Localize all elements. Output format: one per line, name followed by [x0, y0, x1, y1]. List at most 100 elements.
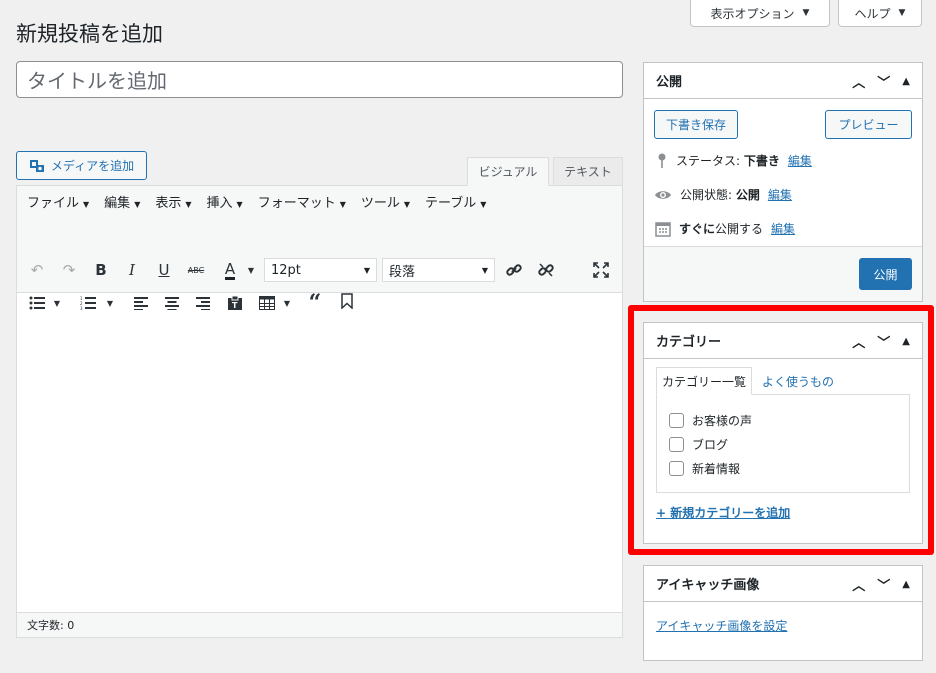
bold-icon[interactable]: B [90, 259, 112, 281]
fullscreen-icon[interactable] [590, 259, 612, 281]
edit-schedule-link[interactable]: 編集 [771, 220, 795, 237]
category-box-header: カテゴリー ︿ ﹀ ▲ [644, 323, 922, 359]
move-up-icon[interactable]: ︿ [852, 575, 865, 594]
calendar-icon [655, 221, 671, 237]
screen-options-label: 表示オプション [710, 6, 795, 21]
save-draft-button[interactable]: 下書き保存 [654, 110, 738, 139]
visibility-row: 公開状態: 公開 編集 [654, 186, 792, 203]
help-button[interactable]: ヘルプ ▼ [838, 0, 922, 27]
status-label: ステータス: [676, 154, 744, 168]
page-title: 新規投稿を追加 [16, 22, 163, 46]
category-box: カテゴリー ︿ ﹀ ▲ カテゴリー一覧 よく使うもの お客様の声 ブログ 新着情… [643, 322, 923, 544]
category-checkbox[interactable] [669, 413, 684, 428]
category-item[interactable]: ブログ [669, 436, 728, 453]
status-row: ステータス: 下書き 編集 [656, 152, 812, 169]
post-title-placeholder: タイトルを追加 [27, 69, 167, 93]
category-checkbox[interactable] [669, 461, 684, 476]
schedule-text: 公開する [715, 222, 764, 236]
numbered-list-caret-icon[interactable]: ▼ [104, 292, 116, 314]
align-right-icon[interactable] [192, 292, 214, 314]
undo-icon[interactable]: ↶ [26, 259, 48, 281]
menu-insert[interactable]: 挿入 ▼ [207, 192, 243, 211]
menu-table[interactable]: テーブル ▼ [425, 192, 486, 211]
blockquote-icon[interactable]: “ [304, 290, 326, 316]
add-new-category-link[interactable]: + 新規カテゴリーを追加 [656, 504, 790, 521]
svg-text:3: 3 [80, 306, 83, 310]
media-icon [29, 159, 44, 172]
menu-view[interactable]: 表示 ▼ [155, 192, 191, 211]
font-size-value: 12pt [271, 262, 301, 278]
move-down-icon[interactable]: ﹀ [877, 575, 890, 594]
edit-status-link[interactable]: 編集 [788, 152, 812, 169]
move-down-icon[interactable]: ﹀ [877, 332, 890, 351]
edit-visibility-link[interactable]: 編集 [768, 186, 792, 203]
featured-image-box: アイキャッチ画像 ︿ ﹀ ▲ アイキャッチ画像を設定 [643, 565, 923, 661]
featured-box-header: アイキャッチ画像 ︿ ﹀ ▲ [644, 566, 922, 602]
underline-icon[interactable]: U [153, 259, 175, 281]
set-featured-image-link[interactable]: アイキャッチ画像を設定 [656, 617, 787, 634]
category-label: 新着情報 [692, 462, 741, 476]
move-down-icon[interactable]: ﹀ [877, 72, 890, 91]
category-label: ブログ [692, 438, 729, 452]
editor-menubar: ファイル ▼ 編集 ▼ 表示 ▼ 挿入 ▼ フォーマット ▼ ツール ▼ テーブル ▼ [17, 186, 622, 217]
screen-options-button[interactable]: 表示オプション ▼ [690, 0, 830, 27]
caret-down-icon: ▼ [363, 265, 370, 275]
move-up-icon[interactable]: ︿ [852, 332, 865, 351]
category-box-title: カテゴリー [656, 335, 722, 350]
read-more-icon[interactable] [336, 290, 358, 312]
menu-tools[interactable]: ツール ▼ [361, 192, 410, 211]
unlink-icon[interactable] [535, 259, 557, 281]
text-color-caret-icon[interactable]: ▼ [245, 259, 257, 281]
publish-actions: 公開 [644, 246, 922, 301]
caret-down-icon: ▼ [481, 265, 488, 275]
category-tabs: カテゴリー一覧 よく使うもの [656, 367, 839, 395]
table-icon[interactable] [256, 292, 278, 314]
schedule-bold: すぐに [679, 222, 716, 236]
format-value: 段落 [389, 264, 416, 280]
pin-icon [658, 153, 666, 168]
align-center-icon[interactable] [161, 292, 183, 314]
align-left-icon[interactable] [130, 292, 152, 314]
menu-format[interactable]: フォーマット ▼ [258, 192, 346, 211]
collapse-icon[interactable]: ▲ [902, 76, 910, 87]
publish-button[interactable]: 公開 [859, 258, 912, 290]
content-editor: ファイル ▼ 編集 ▼ 表示 ▼ 挿入 ▼ フォーマット ▼ ツール ▼ テーブル ▼ ↶ ↷… [16, 185, 623, 638]
tab-popular-categories[interactable]: よく使うもの [752, 367, 839, 395]
category-label: お客様の声 [692, 414, 753, 428]
preview-button[interactable]: プレビュー [825, 110, 912, 139]
bullet-list-caret-icon[interactable]: ▼ [51, 292, 63, 314]
publish-box-header: 公開 ︿ ﹀ ▲ [644, 63, 922, 99]
collapse-icon[interactable]: ▲ [902, 579, 910, 590]
caret-down-icon: ▼ [898, 8, 906, 18]
link-icon[interactable] [503, 259, 525, 281]
tab-text[interactable]: テキスト [553, 157, 623, 186]
category-checkbox[interactable] [669, 437, 684, 452]
format-select[interactable]: 段落 ▼ [382, 258, 495, 282]
status-value: 下書き [743, 154, 780, 168]
paste-text-icon[interactable]: T [224, 292, 246, 314]
post-title-input[interactable]: タイトルを追加 [16, 61, 623, 98]
tab-visual[interactable]: ビジュアル [467, 157, 549, 186]
redo-icon[interactable]: ↷ [58, 259, 80, 281]
caret-down-icon: ▼ [802, 8, 810, 18]
table-caret-icon[interactable]: ▼ [281, 292, 293, 314]
featured-box-title: アイキャッチ画像 [656, 578, 760, 593]
font-size-select[interactable]: 12pt ▼ [264, 258, 377, 282]
menu-file[interactable]: ファイル ▼ [27, 192, 89, 211]
eye-icon [655, 190, 671, 199]
add-media-label: メディアを追加 [50, 159, 135, 173]
strikethrough-icon[interactable]: ABC [185, 259, 207, 281]
add-media-button[interactable]: メディアを追加 [16, 151, 147, 180]
menu-edit[interactable]: 編集 ▼ [104, 192, 140, 211]
bullet-list-icon[interactable] [26, 292, 48, 314]
move-up-icon[interactable]: ︿ [852, 72, 865, 91]
visibility-label: 公開状態: [680, 188, 736, 202]
collapse-icon[interactable]: ▲ [902, 336, 910, 347]
text-color-icon[interactable]: A [217, 259, 243, 281]
category-item[interactable]: 新着情報 [669, 460, 740, 477]
numbered-list-icon[interactable]: 123 [77, 292, 99, 314]
italic-icon[interactable]: I [121, 259, 143, 281]
publish-box: 公開 ︿ ﹀ ▲ 下書き保存 プレビュー ステータス: 下書き 編集 公開状態:… [643, 62, 923, 302]
category-item[interactable]: お客様の声 [669, 412, 752, 429]
tab-all-categories[interactable]: カテゴリー一覧 [656, 367, 753, 395]
